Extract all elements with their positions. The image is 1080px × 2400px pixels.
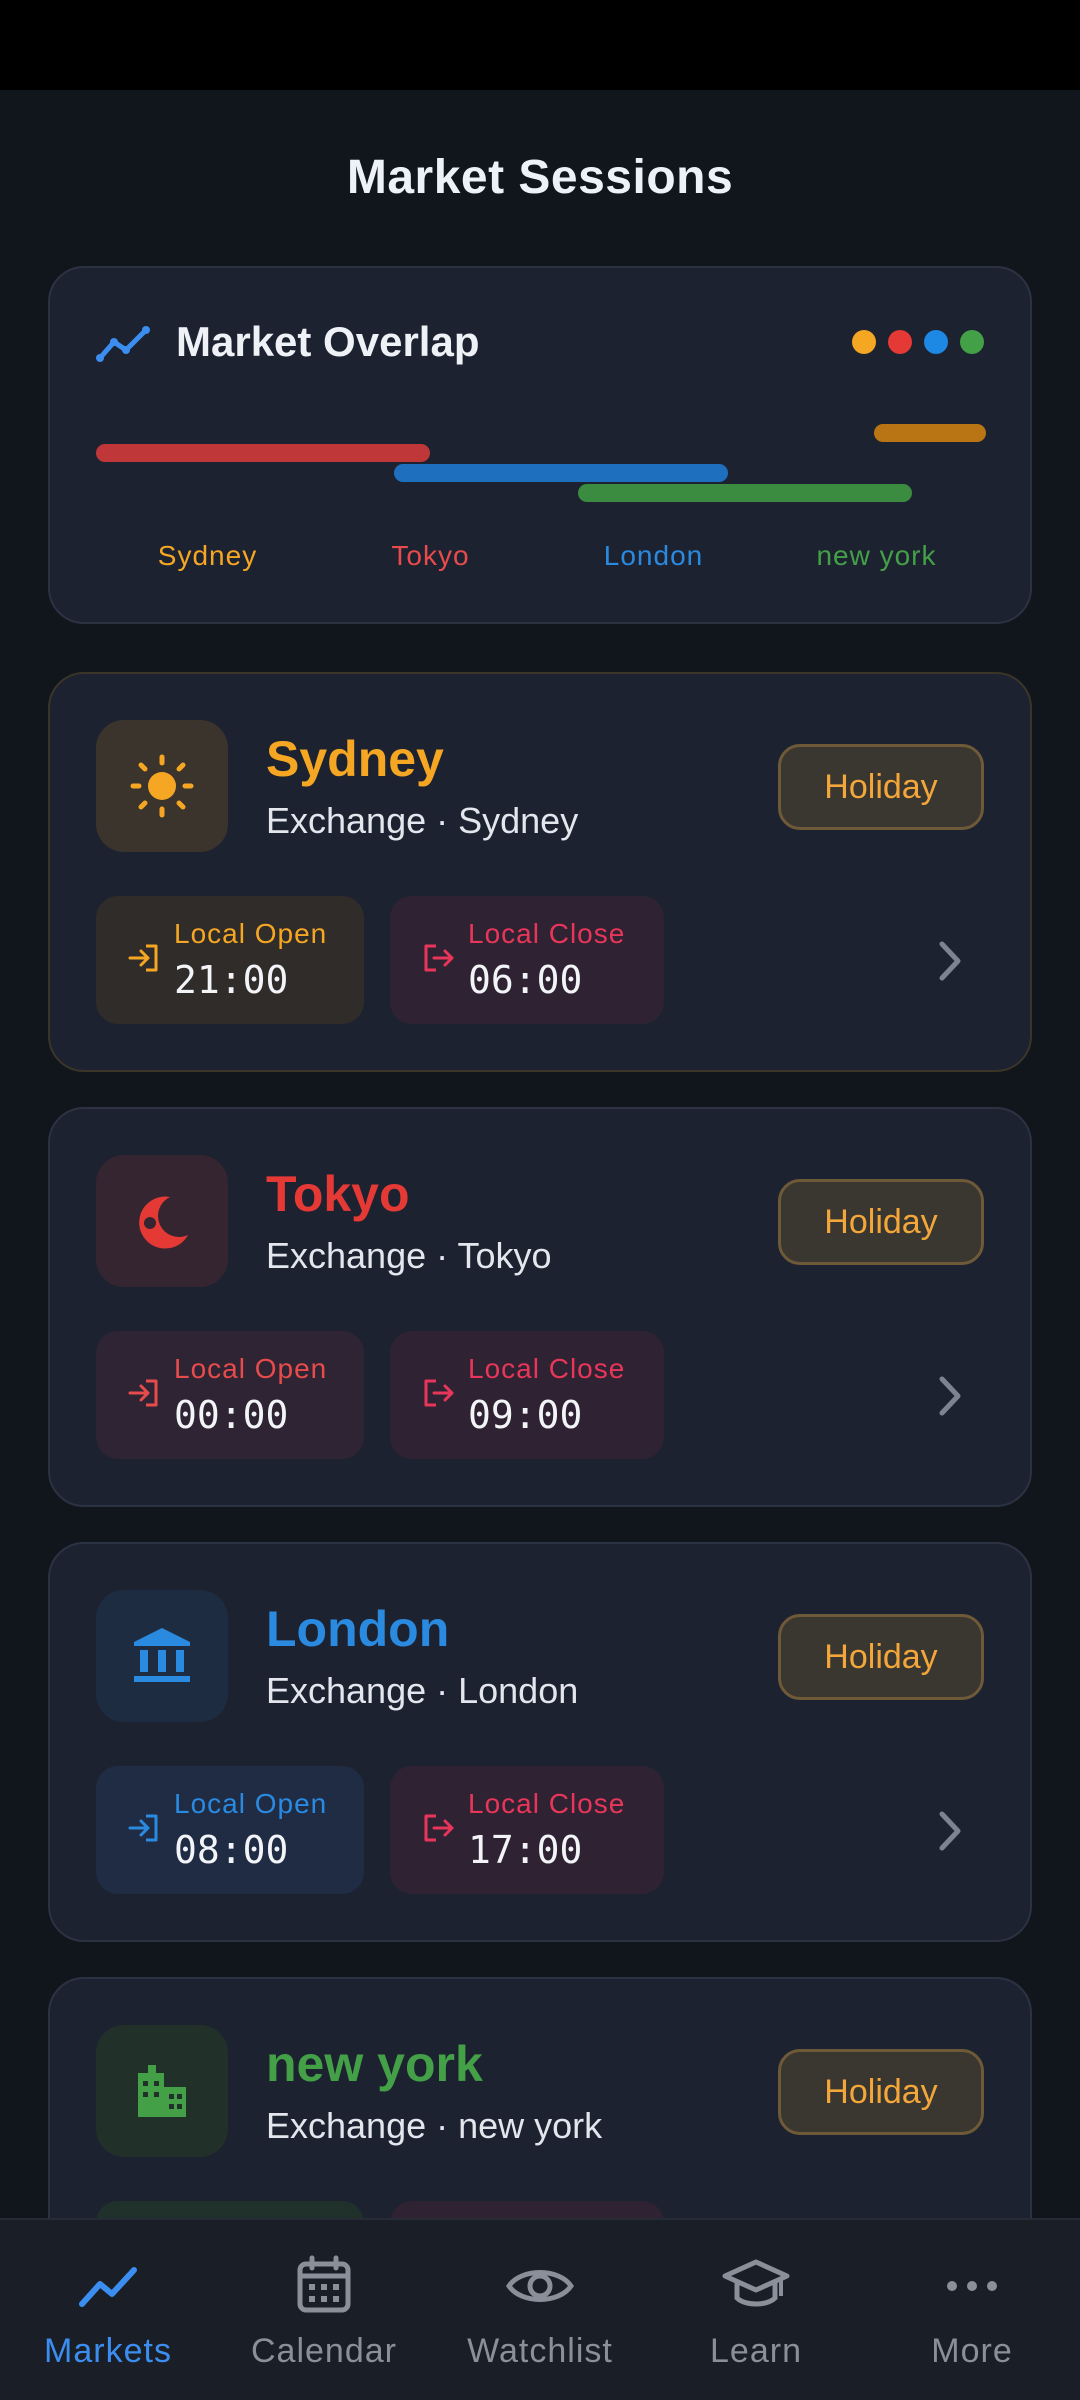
chevron-right-icon[interactable] (930, 1806, 970, 1856)
legend-dot-new-york (960, 330, 984, 354)
local-close-box: Local Close 09:00 (390, 1331, 664, 1459)
login-icon (128, 1814, 158, 1842)
sun-icon (130, 754, 194, 818)
local-close-label: Local Close (468, 1788, 626, 1819)
login-icon (128, 944, 158, 972)
overlap-label-sydney: Sydney (157, 540, 258, 571)
login-icon (128, 1379, 158, 1407)
market-subtitle: Exchange · new york (266, 2105, 603, 2146)
market-card-london[interactable]: London Exchange · London Holiday Local O… (48, 1542, 1032, 1942)
market-name: Tokyo (266, 1166, 410, 1222)
local-open-box: Local Open 00:00 (96, 1331, 364, 1459)
market-subtitle: Exchange · London (266, 1670, 579, 1711)
local-close-time: 09:00 (468, 1393, 583, 1437)
nav-markets[interactable]: Markets (0, 2220, 216, 2400)
holiday-badge[interactable]: Holiday (778, 1614, 984, 1700)
session-bar-tokyo (96, 444, 430, 462)
local-close-time: 17:00 (468, 1828, 583, 1872)
page-title: Market Sessions (346, 151, 734, 204)
overlap-labels: Sydney Tokyo London new york (96, 540, 988, 572)
market-icon-tile (96, 720, 228, 852)
local-close-time: 06:00 (468, 958, 583, 1002)
market-icon-tile (96, 1155, 228, 1287)
session-bar-sydney-late (874, 424, 986, 442)
market-icon-tile (96, 2025, 228, 2157)
trending-line-icon (79, 2267, 137, 2307)
market-name: new york (266, 2036, 483, 2092)
holiday-badge[interactable]: Holiday (778, 2049, 984, 2135)
nav-more[interactable]: More (864, 2220, 1080, 2400)
nav-label: Watchlist (467, 2332, 613, 2370)
more-dots-icon (947, 2281, 997, 2291)
eye-icon (505, 2270, 575, 2302)
holiday-badge[interactable]: Holiday (778, 1179, 984, 1265)
nav-label: Calendar (251, 2332, 397, 2370)
market-overlap-card[interactable]: Market Overlap Sydney Tokyo London new y… (48, 266, 1032, 624)
nav-label: More (931, 2332, 1013, 2370)
market-icon-tile (96, 1590, 228, 1722)
local-close-box: Local Close 06:00 (390, 896, 664, 1024)
overlap-title: Market Overlap (176, 318, 480, 365)
local-open-label: Local Open (174, 1353, 328, 1384)
trending-line-icon (96, 326, 150, 362)
local-open-time: 08:00 (174, 1828, 289, 1872)
logout-icon (424, 944, 454, 972)
status-bar (0, 0, 1080, 90)
logout-icon (424, 1379, 454, 1407)
market-card-tokyo[interactable]: Tokyo Exchange · Tokyo Holiday Local Ope… (48, 1107, 1032, 1507)
session-bar-new-york (578, 484, 912, 502)
calendar-icon (297, 2255, 351, 2313)
moon-icon (139, 1196, 188, 1249)
local-open-box: Local Open 08:00 (96, 1766, 364, 1894)
graduation-cap-icon (722, 2259, 790, 2307)
market-subtitle: Exchange · Tokyo (266, 1235, 552, 1276)
local-open-label: Local Open (174, 918, 328, 949)
local-open-box: Local Open 21:00 (96, 896, 364, 1024)
market-card-sydney[interactable]: Sydney Exchange · Sydney Holiday Local O… (48, 672, 1032, 1072)
bank-icon (134, 1628, 190, 1682)
overlap-label-new-york: new york (816, 540, 937, 571)
chevron-right-icon[interactable] (930, 936, 970, 986)
local-open-time: 21:00 (174, 958, 289, 1002)
bottom-nav: Markets Calendar Watchlist Learn More (0, 2218, 1080, 2400)
legend-dot-tokyo (888, 330, 912, 354)
nav-watchlist[interactable]: Watchlist (432, 2220, 648, 2400)
local-close-box: Local Close 17:00 (390, 1766, 664, 1894)
session-bar-london (394, 464, 728, 482)
nav-label: Learn (710, 2332, 802, 2370)
chevron-right-icon[interactable] (930, 1371, 970, 1421)
market-subtitle: Exchange · Sydney (266, 800, 579, 841)
local-close-label: Local Close (468, 1353, 626, 1384)
local-close-label: Local Close (468, 918, 626, 949)
local-open-label: Local Open (174, 1788, 328, 1819)
legend-dots (852, 330, 984, 354)
city-buildings-icon (138, 2065, 186, 2117)
nav-learn[interactable]: Learn (648, 2220, 864, 2400)
local-open-time: 00:00 (174, 1393, 289, 1437)
nav-calendar[interactable]: Calendar (216, 2220, 432, 2400)
holiday-badge[interactable]: Holiday (778, 744, 984, 830)
overlap-label-london: London (603, 540, 704, 571)
overlap-label-tokyo: Tokyo (391, 540, 470, 571)
legend-dot-london (924, 330, 948, 354)
legend-dot-sydney (852, 330, 876, 354)
nav-label: Markets (44, 2332, 172, 2370)
logout-icon (424, 1814, 454, 1842)
market-name: Sydney (266, 731, 444, 787)
market-name: London (266, 1601, 450, 1657)
app-screen: Market Sessions Market Overlap Sydney To… (0, 90, 1080, 2400)
